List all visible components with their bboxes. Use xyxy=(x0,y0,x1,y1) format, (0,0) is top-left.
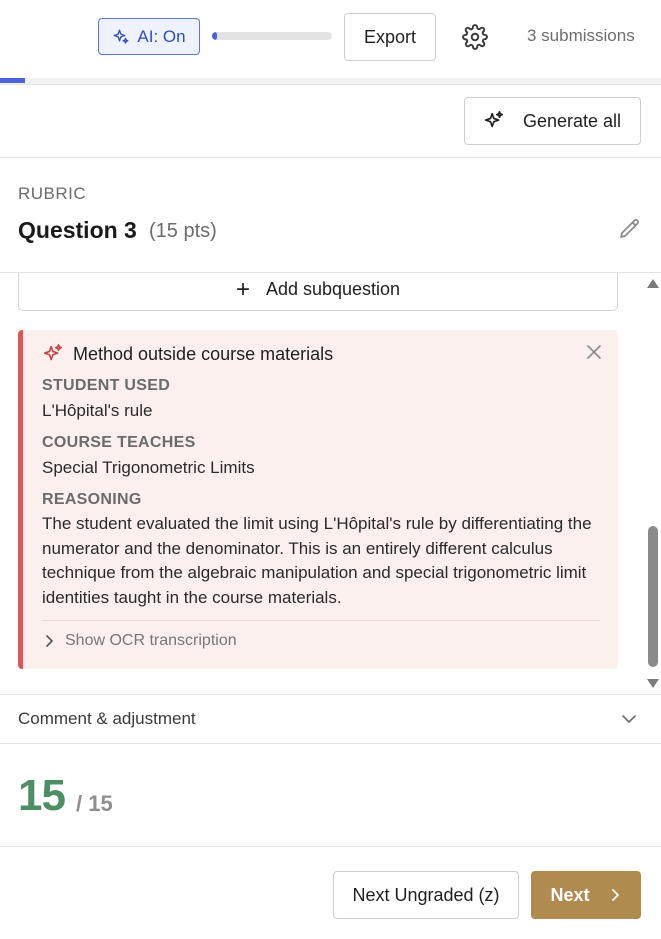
divider xyxy=(0,743,661,744)
course-teaches-label: COURSE TEACHES xyxy=(42,434,196,451)
plus-icon: + xyxy=(235,275,250,303)
sparkle-icon xyxy=(43,344,63,361)
scrollbar-thumb[interactable] xyxy=(648,526,658,667)
close-icon[interactable] xyxy=(586,344,602,360)
add-subquestion-button[interactable]: + Add subquestion xyxy=(18,273,618,311)
chevron-down-icon xyxy=(622,715,636,723)
course-teaches-value: Special Trigonometric Limits xyxy=(42,458,255,477)
add-subquestion-label: Add subquestion xyxy=(265,279,401,299)
gear-icon[interactable] xyxy=(462,24,488,50)
pencil-icon[interactable] xyxy=(618,217,642,241)
divider xyxy=(0,846,661,847)
scroll-down-arrow-icon[interactable] xyxy=(647,679,659,688)
scrollbar[interactable] xyxy=(646,273,660,694)
divider xyxy=(0,157,661,158)
generate-all-button[interactable]: Generate all xyxy=(464,97,641,145)
export-button[interactable]: Export xyxy=(344,13,436,61)
generate-all-label: Generate all xyxy=(523,110,622,131)
show-ocr-label: Show OCR transcription xyxy=(65,632,237,649)
rubric-scroll-area[interactable]: + Add subquestion Method outside course … xyxy=(0,273,661,694)
flag-title: Method outside course materials xyxy=(73,343,334,364)
divider xyxy=(42,620,600,621)
score-max: / 15 xyxy=(76,791,113,816)
method-flag-card: Method outside course materials STUDENT … xyxy=(18,330,618,669)
score-value: 15 xyxy=(18,771,66,820)
submissions-count: 3 submissions xyxy=(527,26,635,45)
student-used-value: L'Hôpital's rule xyxy=(42,401,153,420)
next-label: Next xyxy=(550,884,590,905)
next-ungraded-button[interactable]: Next Ungraded (z) xyxy=(333,871,519,919)
chevron-right-icon xyxy=(46,635,53,647)
rubric-section-label: RUBRIC xyxy=(18,184,87,203)
next-button[interactable]: Next xyxy=(531,871,641,919)
question-title: Question 3 xyxy=(18,217,137,243)
tab-strip xyxy=(0,78,661,85)
ai-toggle-label: AI: On xyxy=(137,26,186,46)
question-points: (15 pts) xyxy=(149,220,217,242)
flag-header: Method outside course materials xyxy=(42,343,333,365)
ai-toggle-button[interactable]: AI: On xyxy=(98,18,200,55)
sparkle-icon xyxy=(113,29,129,44)
active-tab-indicator xyxy=(0,78,25,83)
comment-adjustment-toggle[interactable]: Comment & adjustment xyxy=(0,695,661,743)
chevron-right-icon xyxy=(611,889,619,901)
student-used-label: STUDENT USED xyxy=(42,377,171,394)
reasoning-label: REASONING xyxy=(42,491,142,508)
show-ocr-toggle[interactable]: Show OCR transcription xyxy=(42,632,237,650)
grading-progress-fill xyxy=(212,32,217,40)
reasoning-text: The student evaluated the limit using L'… xyxy=(42,514,592,607)
scroll-up-arrow-icon[interactable] xyxy=(647,279,659,288)
top-toolbar: AI: On Export 3 submissions xyxy=(0,0,661,78)
comment-adjustment-label: Comment & adjustment xyxy=(18,709,196,728)
sparkle-icon xyxy=(484,111,504,128)
grading-progress-bar xyxy=(212,32,332,40)
